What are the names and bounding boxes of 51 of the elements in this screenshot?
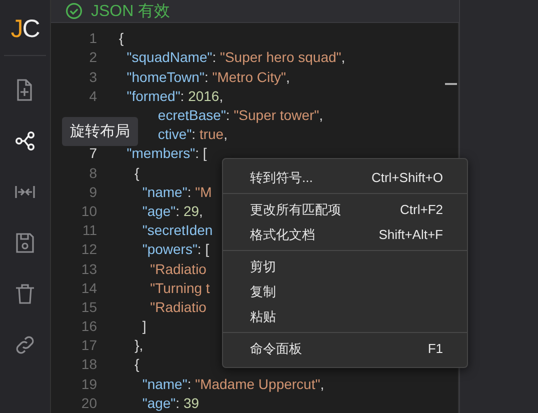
code-line: "name": "Madame Uppercut",	[142, 374, 324, 394]
line-number: 7	[88, 144, 98, 164]
tooltip: 旋转布局	[62, 117, 138, 146]
line-number: 11	[81, 221, 98, 240]
code-line: {	[134, 164, 140, 183]
code-line: {	[119, 29, 124, 48]
code-line: "formed": 2016,	[126, 86, 224, 106]
line-number: 4	[88, 86, 98, 106]
line-number: 19	[80, 374, 98, 394]
code-line: "homeTown": "Metro City",	[126, 68, 290, 87]
code-line: {	[134, 355, 140, 374]
code-line: "members": [	[126, 144, 207, 164]
line-number: 8	[88, 164, 98, 183]
line-number: 13	[80, 260, 98, 278]
line-number: 17	[80, 336, 98, 356]
code-line: "Turning t	[150, 278, 210, 298]
line-number: 12	[80, 240, 98, 260]
code-line: "Radiatio	[150, 260, 206, 278]
app-logo: JC	[4, 15, 46, 56]
code-line: "age": 39	[142, 394, 200, 413]
line-number: 18	[80, 355, 98, 374]
line-number: 2	[88, 48, 98, 68]
line-number: 1	[88, 29, 98, 48]
code-line: ]	[142, 317, 146, 336]
menu-item[interactable]: 转到符号... Ctrl+Shift+O	[223, 165, 467, 190]
code-line: "secretIden	[142, 221, 213, 240]
nodes-icon	[13, 129, 37, 153]
menu-item[interactable]: 格式化文档 Shift+Alt+F	[223, 222, 467, 247]
code-line: "age": 29,	[142, 202, 203, 221]
menu-item[interactable]: 更改所有匹配项 Ctrl+F2	[223, 197, 467, 222]
menu-item[interactable]: 粘贴	[223, 304, 467, 329]
line-number: 14	[80, 278, 98, 298]
code-line: "name": "M	[142, 182, 212, 202]
menu-item[interactable]: 复制	[223, 279, 467, 304]
line-number: 3	[88, 68, 98, 87]
line-number: 10	[80, 202, 98, 221]
menu-item[interactable]: 剪切	[223, 254, 467, 279]
code-line: },	[134, 336, 144, 356]
code-line: "powers": [	[142, 240, 210, 260]
code-line: "squadName": "Super hero squad",	[126, 48, 346, 68]
trash-icon	[13, 282, 37, 306]
status-text: JSON 有效	[91, 2, 170, 22]
line-number: 20	[80, 394, 98, 413]
code-line: ctive": true,	[158, 125, 228, 144]
line-number: 9	[88, 182, 98, 202]
code-line: ecretBase": "Super tower",	[158, 106, 324, 125]
menu-item[interactable]: 命令面板 F1	[223, 336, 467, 361]
save-icon	[13, 231, 37, 255]
code-line: "Radiatio	[150, 298, 206, 317]
line-number: 16	[80, 317, 98, 336]
line-number: 15	[80, 298, 98, 317]
